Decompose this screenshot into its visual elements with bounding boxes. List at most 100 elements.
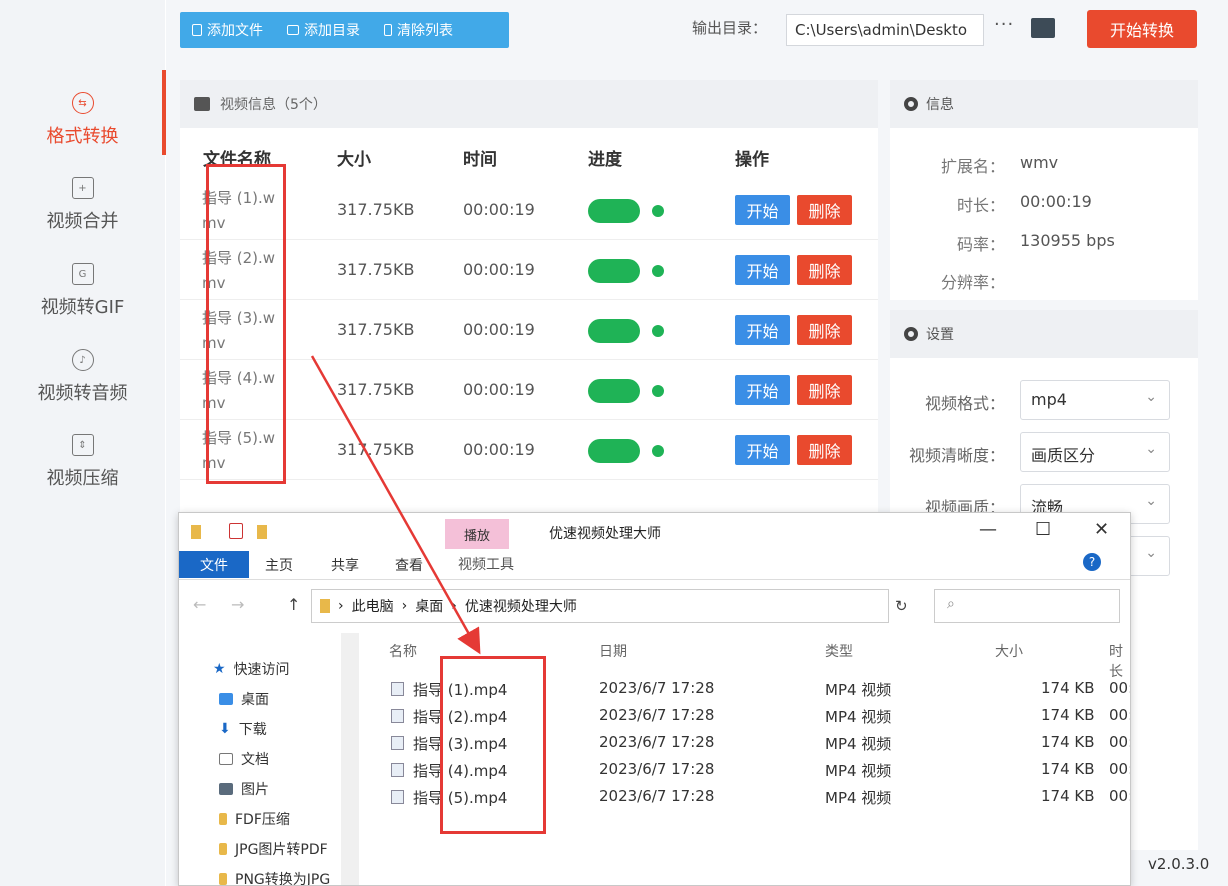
start-convert-button[interactable]: 开始转换 [1087, 10, 1197, 48]
col-header-size[interactable]: 大小 [995, 641, 1023, 661]
file-icon [192, 24, 202, 36]
file-name: 指导 (5).wmv [202, 429, 276, 472]
row-start-button[interactable]: 开始 [735, 195, 790, 225]
status-dot-icon [652, 385, 664, 397]
minimize-icon[interactable]: — [979, 519, 997, 540]
folder-icon [219, 843, 227, 855]
close-icon[interactable]: ✕ [1094, 519, 1109, 540]
row-start-button[interactable]: 开始 [735, 315, 790, 345]
search-input[interactable]: ⌕ [934, 589, 1120, 623]
file-name: 指导 (3).wmv [202, 309, 276, 352]
file-duration: 00: [1109, 679, 1131, 697]
row-start-button[interactable]: 开始 [735, 255, 790, 285]
col-header-type[interactable]: 类型 [825, 641, 853, 661]
tab-file[interactable]: 文件 [179, 551, 249, 578]
clarity-select[interactable]: 画质区分 ⌄ [1020, 432, 1170, 472]
sidebar-item-label: 视频压缩 [46, 468, 119, 489]
col-header-action: 操作 [735, 150, 769, 170]
breadcrumb-sep: › [401, 598, 408, 614]
audio-icon: ♪ [71, 349, 94, 371]
file-type: MP4 视频 [825, 789, 892, 807]
nav-pictures[interactable]: 图片 [219, 779, 269, 799]
row-start-button[interactable]: 开始 [735, 435, 790, 465]
clear-list-button[interactable]: 清除列表 [372, 12, 465, 48]
row-delete-button[interactable]: 删除 [797, 255, 852, 285]
nav-folder[interactable]: FDF压缩 [219, 809, 290, 829]
nav-label: 图片 [241, 782, 269, 798]
checkbox-icon[interactable] [229, 523, 243, 539]
table-row: 指导 (4).wmv 317.75KB 00:00:19 开始 删除 [180, 360, 878, 420]
file-name: 指导 (1).wmv [202, 189, 276, 232]
row-delete-button[interactable]: 删除 [797, 375, 852, 405]
forward-icon[interactable]: → [231, 595, 244, 614]
refresh-icon[interactable]: ↻ [895, 597, 908, 615]
nav-scrollbar[interactable] [341, 633, 359, 885]
chevron-down-icon: ⌄ [1145, 545, 1157, 561]
file-row[interactable]: 指导 (2).mp4 2023/6/7 17:28 MP4 视频 174 KB … [391, 702, 1130, 729]
progress-toggle [588, 319, 640, 343]
folder-outline-icon [287, 25, 299, 35]
col-header-date[interactable]: 日期 [599, 641, 627, 661]
file-date: 2023/6/7 17:28 [599, 787, 715, 805]
nav-documents[interactable]: 文档 [219, 749, 269, 769]
star-icon: ★ [213, 661, 226, 677]
up-icon[interactable]: ↑ [287, 595, 300, 614]
gif-icon: G [71, 263, 94, 285]
sidebar-item-format-convert[interactable]: ⇆ 格式转换 [0, 80, 165, 160]
col-header-name[interactable]: 名称 [389, 641, 417, 661]
more-icon[interactable]: ··· [994, 14, 1014, 35]
breadcrumb-item[interactable]: 桌面 [415, 596, 443, 616]
file-duration: 00:00:19 [463, 320, 535, 339]
format-select[interactable]: mp4 ⌄ [1020, 380, 1170, 420]
file-row[interactable]: 指导 (1).mp4 2023/6/7 17:28 MP4 视频 174 KB … [391, 675, 1131, 702]
file-size: 317.75KB [337, 260, 415, 279]
row-start-button[interactable]: 开始 [735, 375, 790, 405]
help-icon[interactable]: ? [1083, 553, 1101, 571]
output-dir-input[interactable]: C:\Users\admin\Deskto [786, 14, 984, 46]
nav-folder[interactable]: PNG转换为JPG [219, 869, 330, 885]
nav-folder[interactable]: JPG图片转PDF [219, 839, 328, 859]
nav-desktop[interactable]: 桌面 [219, 689, 269, 709]
download-icon: ⬇ [219, 721, 231, 737]
back-icon[interactable]: ← [193, 595, 206, 614]
file-date: 2023/6/7 17:28 [599, 679, 715, 697]
tab-share[interactable]: 共享 [331, 551, 359, 578]
ext-value: wmv [1020, 153, 1059, 172]
tab-home[interactable]: 主页 [265, 551, 293, 578]
nav-downloads[interactable]: ⬇ 下载 [219, 719, 267, 739]
row-delete-button[interactable]: 删除 [797, 195, 852, 225]
clear-list-label: 清除列表 [397, 23, 453, 39]
nav-quick-access[interactable]: ★ 快速访问 [213, 659, 290, 679]
breadcrumb-sep: › [338, 598, 344, 614]
sidebar-item-video-to-gif[interactable]: G 视频转GIF [0, 251, 165, 331]
bitrate-label: 码率： [956, 235, 1005, 254]
table-row: 指导 (2).wmv 317.75KB 00:00:19 开始 删除 [180, 240, 878, 300]
document-icon [219, 753, 233, 765]
col-header-size: 大小 [337, 150, 371, 170]
add-dir-button[interactable]: 添加目录 [275, 12, 372, 48]
sidebar-item-video-to-audio[interactable]: ♪ 视频转音频 [0, 337, 165, 417]
row-delete-button[interactable]: 删除 [797, 315, 852, 345]
breadcrumb-item[interactable]: 优速视频处理大师 [465, 596, 577, 616]
video-file-icon [391, 709, 404, 723]
nav-label: 桌面 [241, 692, 269, 708]
file-name: 指导 (4).wmv [202, 369, 276, 412]
sidebar-item-video-compress[interactable]: ⇕ 视频压缩 [0, 422, 165, 502]
address-bar[interactable]: › 此电脑 › 桌面 › 优速视频处理大师 [311, 589, 889, 623]
folder-icon [219, 873, 227, 885]
folder-icon[interactable] [1031, 18, 1055, 38]
file-row[interactable]: 指导 (3).mp4 2023/6/7 17:28 MP4 视频 174 KB … [391, 729, 1130, 756]
row-delete-button[interactable]: 删除 [797, 435, 852, 465]
breadcrumb-item[interactable]: 此电脑 [352, 596, 394, 616]
add-file-button[interactable]: 添加文件 [180, 12, 275, 48]
tab-video-tools[interactable]: 视频工具 [445, 549, 527, 579]
sidebar-item-label: 视频转音频 [37, 383, 128, 404]
file-row[interactable]: 指导 (4).mp4 2023/6/7 17:28 MP4 视频 174 KB … [391, 756, 1130, 783]
tab-view[interactable]: 查看 [395, 551, 423, 578]
tab-play[interactable]: 播放 [445, 519, 509, 549]
gear-icon [904, 97, 918, 111]
clarity-label: 视频清晰度： [908, 446, 1005, 465]
maximize-icon[interactable]: ☐ [1035, 519, 1051, 540]
file-row[interactable]: 指导 (5).mp4 2023/6/7 17:28 MP4 视频 174 KB … [391, 783, 1130, 810]
sidebar-item-video-merge[interactable]: + 视频合并 [0, 165, 165, 245]
